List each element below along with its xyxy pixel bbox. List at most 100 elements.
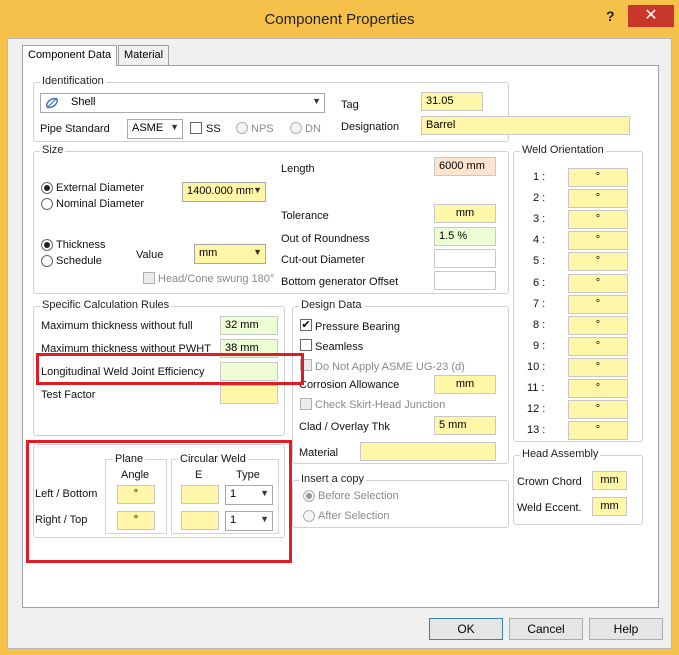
dn-label: DN: [305, 123, 321, 135]
component-type-select[interactable]: Shell ▼: [40, 93, 325, 113]
test-factor-label: Test Factor: [41, 389, 96, 401]
weld-orientation-input[interactable]: °: [568, 252, 628, 271]
weld-orientation-label: 2 :: [533, 192, 546, 204]
external-diameter-radio[interactable]: [41, 182, 53, 194]
before-selection-radio[interactable]: [303, 490, 315, 502]
thickness-value-select[interactable]: mm ▼: [194, 244, 266, 264]
check-skirt-label: Check Skirt-Head Junction: [315, 399, 446, 411]
seamless-label: Seamless: [315, 341, 364, 353]
insert-copy-title: Insert a copy: [299, 473, 366, 485]
head-assembly-title: Head Assembly: [520, 448, 601, 460]
tab-material[interactable]: Material: [118, 45, 170, 65]
cutout-diameter-label: Cut-out Diameter: [281, 254, 365, 266]
weld-orientation-input[interactable]: °: [568, 316, 628, 335]
crown-chord-label: Crown Chord: [517, 476, 582, 488]
out-of-roundness-input[interactable]: 1.5 %: [434, 227, 496, 246]
weld-orientation-label: 8 :: [533, 319, 546, 331]
weld-orientation-input[interactable]: °: [568, 295, 628, 314]
weld-orientation-input[interactable]: °: [568, 231, 628, 250]
tolerance-label: Tolerance: [281, 210, 329, 222]
weld-orientation-label: 9 :: [533, 340, 546, 352]
highlight-long-weld-efficiency: [36, 353, 304, 385]
check-skirt-checkbox[interactable]: [300, 398, 312, 410]
tab-component-data[interactable]: Component Data: [22, 45, 118, 66]
weld-orientation-input[interactable]: °: [568, 189, 628, 208]
thickness-label: Thickness: [56, 239, 106, 251]
head-cone-label: Head/Cone swung 180°: [158, 273, 275, 285]
weld-orientation-input[interactable]: °: [568, 358, 628, 377]
chevron-down-icon: ▼: [253, 247, 262, 257]
chevron-down-icon: ▼: [312, 96, 321, 106]
after-selection-radio[interactable]: [303, 510, 315, 522]
value-label: Value: [136, 249, 164, 261]
bottom-generator-offset-input[interactable]: [434, 271, 496, 290]
ok-button[interactable]: OK: [429, 618, 503, 640]
weld-orientation-title: Weld Orientation: [520, 144, 606, 156]
pipe-standard-select[interactable]: ASME ▼: [127, 119, 183, 139]
weld-eccentricity-input[interactable]: mm: [592, 497, 627, 516]
weld-orientation-label: 3 :: [533, 213, 546, 225]
material-input[interactable]: [360, 442, 496, 461]
diameter-value: 1400.000 mm: [187, 185, 255, 197]
after-selection-label: After Selection: [318, 510, 390, 522]
close-icon[interactable]: ✕: [628, 5, 674, 27]
corrosion-allowance-input[interactable]: mm: [434, 375, 496, 394]
max-thickness-full-label: Maximum thickness without full: [41, 320, 193, 332]
weld-orientation-label: 12 :: [527, 403, 546, 415]
cancel-button[interactable]: Cancel: [509, 618, 583, 640]
chevron-down-icon: ▼: [253, 185, 262, 195]
weld-orientation-input[interactable]: °: [568, 274, 628, 293]
ss-label: SS: [206, 123, 221, 135]
weld-orientation-input[interactable]: °: [568, 421, 628, 440]
weld-orientation-label: 1 :: [533, 171, 546, 183]
nps-radio[interactable]: [236, 122, 248, 134]
clad-overlay-label: Clad / Overlay Thk: [299, 421, 390, 433]
ss-checkbox[interactable]: [190, 122, 202, 134]
weld-orientation-label: 6 :: [533, 277, 546, 289]
help-icon[interactable]: ?: [606, 8, 615, 24]
cutout-diameter-input[interactable]: [434, 249, 496, 268]
out-of-roundness-label: Out of Roundness: [281, 233, 370, 245]
thickness-radio[interactable]: [41, 239, 53, 251]
dn-radio[interactable]: [290, 122, 302, 134]
tolerance-input[interactable]: mm: [434, 204, 496, 223]
weld-orientation-label: 13 :: [527, 424, 546, 436]
weld-orientation-input[interactable]: °: [568, 337, 628, 356]
weld-orientation-input[interactable]: °: [568, 168, 628, 187]
schedule-radio[interactable]: [41, 255, 53, 267]
size-title: Size: [40, 144, 66, 156]
component-type-value: Shell: [71, 96, 96, 108]
designation-label: Designation: [341, 121, 400, 133]
calc-rules-title: Specific Calculation Rules: [40, 299, 172, 311]
clad-overlay-input[interactable]: 5 mm: [434, 416, 496, 435]
weld-orientation-label: 5 :: [533, 255, 546, 267]
max-thickness-full-input[interactable]: 32 mm: [220, 316, 278, 335]
length-input[interactable]: 6000 mm: [434, 157, 496, 176]
test-factor-input[interactable]: [220, 385, 278, 404]
nominal-diameter-radio[interactable]: [41, 198, 53, 210]
pressure-bearing-checkbox[interactable]: ✔: [300, 319, 312, 331]
tag-label: Tag: [341, 99, 359, 111]
shell-icon: [45, 97, 59, 109]
pressure-bearing-label: Pressure Bearing: [315, 321, 400, 333]
window-title: Component Properties: [264, 11, 415, 28]
diameter-select[interactable]: 1400.000 mm ▼: [182, 182, 266, 202]
tag-input[interactable]: 31.05: [421, 92, 483, 111]
crown-chord-input[interactable]: mm: [592, 471, 627, 490]
schedule-label: Schedule: [56, 255, 102, 267]
head-cone-checkbox[interactable]: [143, 272, 155, 284]
weld-orientation-label: 4 :: [533, 234, 546, 246]
chevron-down-icon: ▼: [170, 122, 179, 132]
designation-input[interactable]: Barrel: [421, 116, 630, 135]
help-button[interactable]: Help: [589, 618, 663, 640]
thickness-value: mm: [199, 247, 218, 259]
external-diameter-label: External Diameter: [56, 182, 145, 194]
seamless-checkbox[interactable]: [300, 339, 312, 351]
weld-orientation-input[interactable]: °: [568, 210, 628, 229]
weld-orientation-input[interactable]: °: [568, 379, 628, 398]
bottom-generator-offset-label: Bottom generator Offset: [281, 276, 399, 288]
no-ug23-label: Do Not Apply ASME UG-23 (d): [315, 361, 465, 373]
title-bar: Component Properties ? ✕: [0, 0, 679, 38]
weld-orientation-input[interactable]: °: [568, 400, 628, 419]
material-label: Material: [299, 447, 339, 459]
